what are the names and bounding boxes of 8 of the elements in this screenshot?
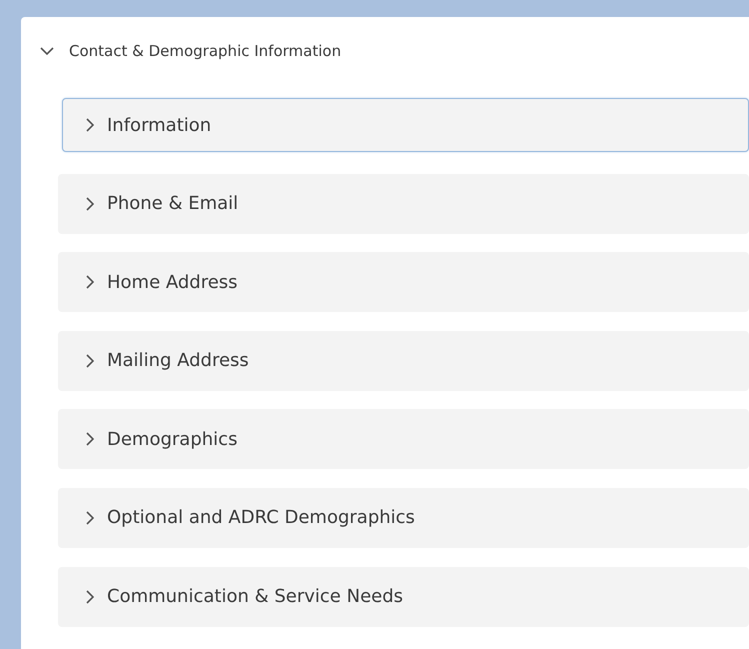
section-toggle[interactable]: Contact & Demographic Information — [40, 41, 342, 61]
section-header[interactable]: Optional and ADRC Demographics — [58, 488, 749, 548]
section-header[interactable]: Communication & Service Needs — [58, 566, 749, 627]
section-header[interactable]: Demographics — [58, 409, 749, 470]
section-header[interactable]: Home Address — [58, 252, 749, 312]
section-header[interactable]: Mailing Address — [58, 330, 749, 391]
section-header[interactable]: Phone & Email — [58, 174, 749, 234]
section-header[interactable]: Information — [62, 98, 749, 152]
